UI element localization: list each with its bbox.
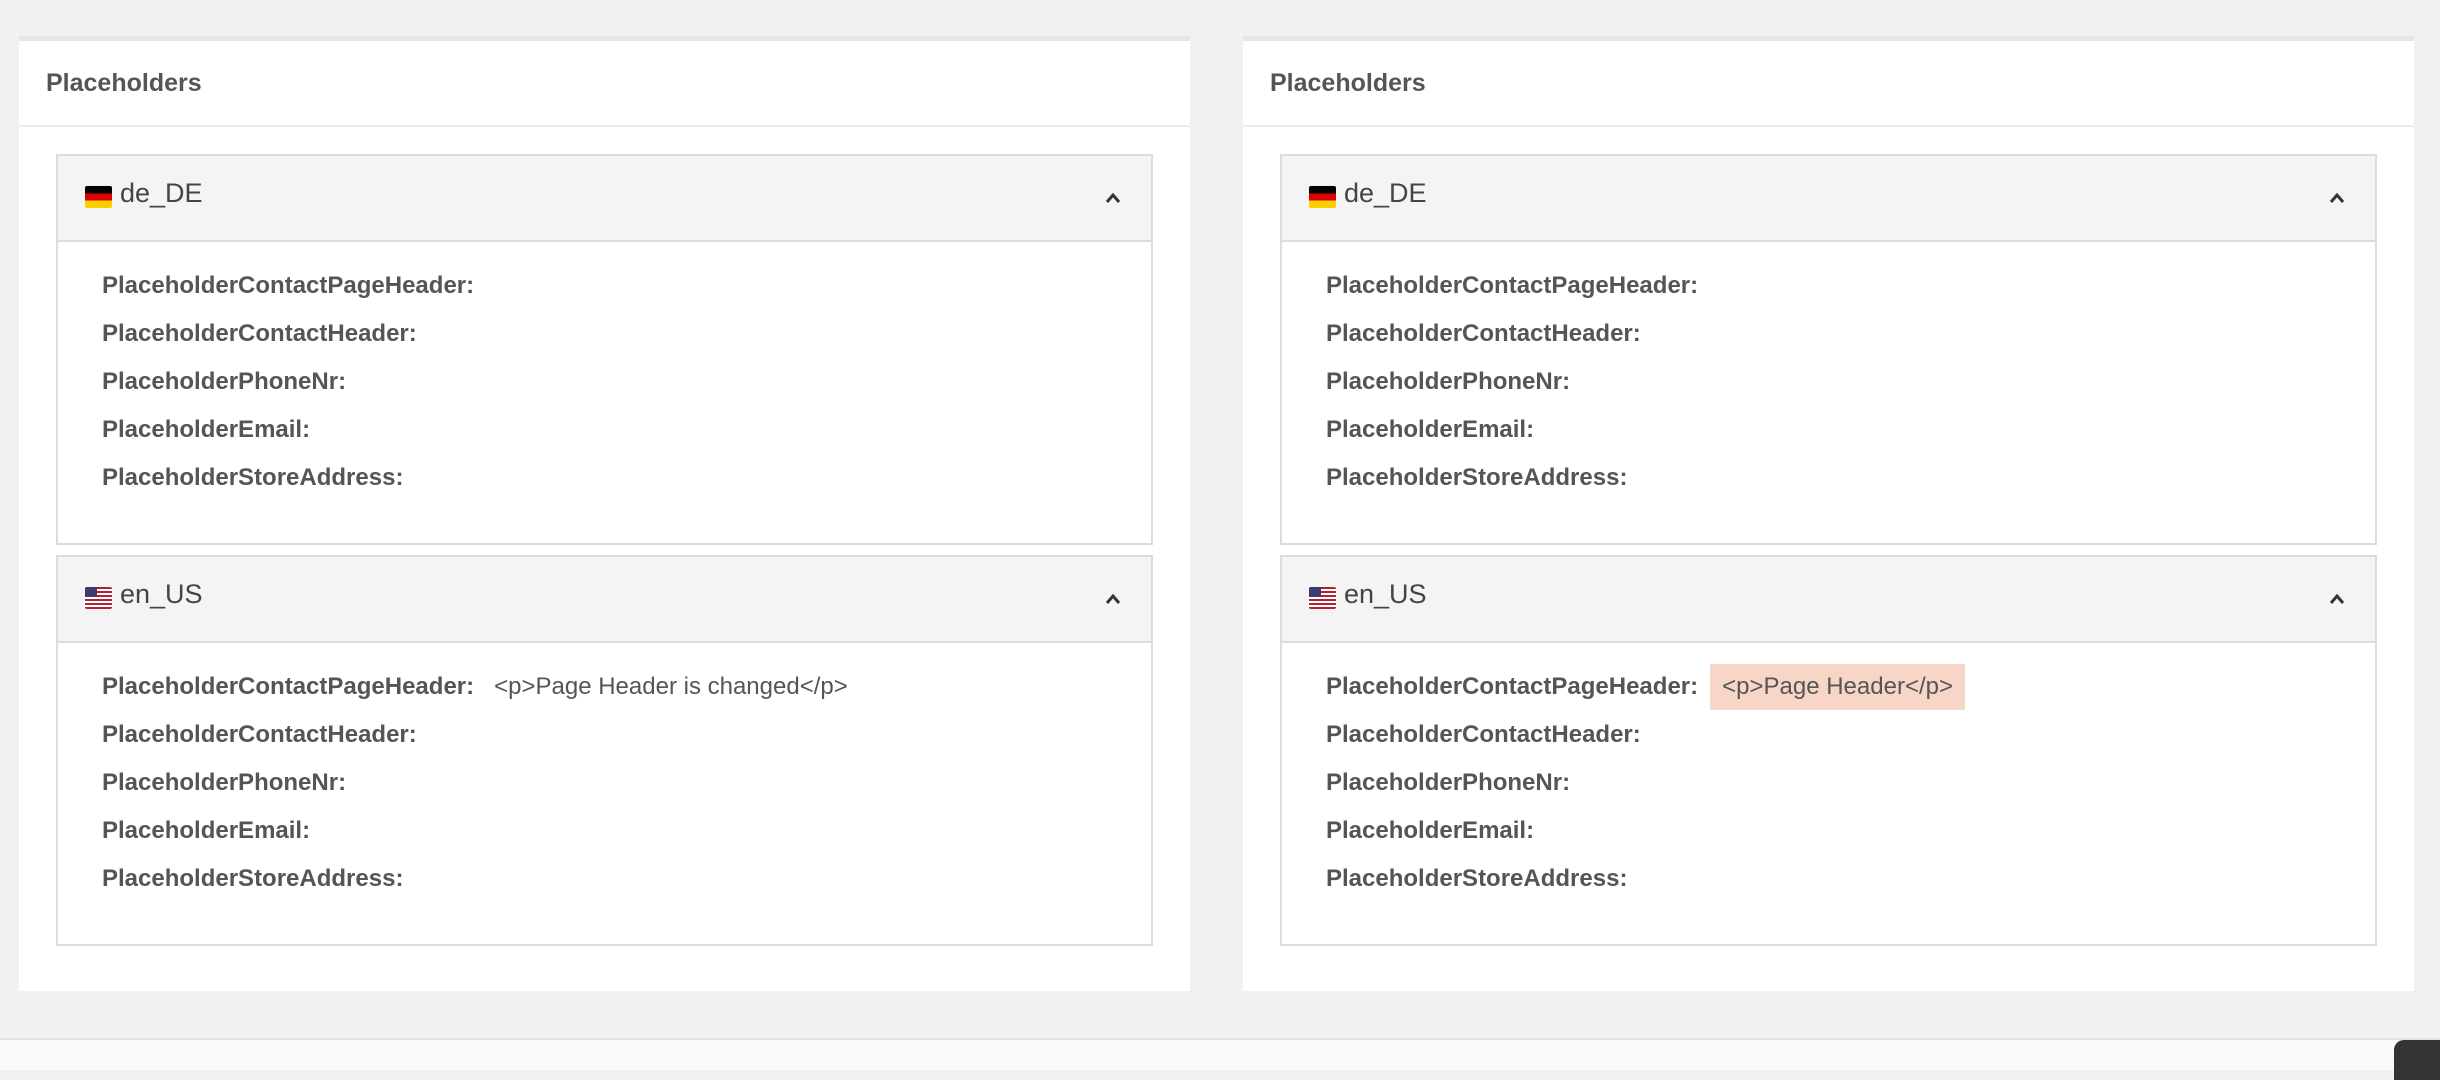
flag-de-icon [85, 186, 112, 208]
placeholder-row: PlaceholderContactPageHeader: <p>Page Hea… [1326, 664, 2375, 721]
footer-bar [0, 1038, 2440, 1070]
placeholder-row: PlaceholderContactHeader: [102, 721, 1151, 769]
placeholders-panel-right: Placeholders de_DE PlaceholderContactPag… [1243, 36, 2414, 991]
placeholder-value: <p>Page Header is changed</p> [494, 673, 848, 700]
placeholder-key: PlaceholderStoreAddress: [102, 865, 404, 892]
placeholder-row: PlaceholderStoreAddress: [1326, 865, 2375, 913]
placeholder-key: PlaceholderPhoneNr: [1326, 769, 1571, 796]
placeholder-list: PlaceholderContactPageHeader: <p>Page Hea… [1282, 643, 2375, 944]
placeholder-key: PlaceholderEmail: [102, 817, 311, 844]
placeholder-row: PlaceholderContactHeader: [1326, 721, 2375, 769]
placeholder-key: PlaceholderStoreAddress: [1326, 865, 1628, 892]
placeholder-list: PlaceholderContactPageHeader: Placeholde… [1282, 242, 2375, 543]
placeholder-row: PlaceholderEmail: [102, 416, 1151, 464]
locale-header-us[interactable]: en_US [58, 557, 1151, 643]
placeholder-row: PlaceholderContactHeader: [1326, 320, 2375, 368]
placeholder-row: PlaceholderStoreAddress: [102, 464, 1151, 512]
placeholder-row: PlaceholderPhoneNr: [102, 769, 1151, 817]
placeholder-key: PlaceholderContactHeader: [1326, 721, 1641, 748]
locale-section-de: de_DE PlaceholderContactPageHeader: Plac… [56, 154, 1153, 545]
chevron-up-icon[interactable] [1105, 190, 1121, 206]
locale-code: en_US [1344, 579, 1427, 609]
placeholder-key: PlaceholderEmail: [1326, 817, 1535, 844]
placeholder-list: PlaceholderContactPageHeader: Placeholde… [58, 242, 1151, 543]
placeholder-value-diff: <p>Page Header</p> [1710, 664, 1965, 710]
placeholder-row: PlaceholderContactPageHeader: [1326, 272, 2375, 320]
placeholder-key: PlaceholderContactHeader: [102, 320, 417, 347]
placeholder-row: PlaceholderContactPageHeader: <p>Page Hea… [102, 673, 1151, 721]
chevron-up-icon[interactable] [2329, 190, 2345, 206]
locale-section-us: en_US PlaceholderContactPageHeader: <p>Pa… [1280, 555, 2377, 946]
chevron-up-icon[interactable] [1105, 591, 1121, 607]
placeholder-key: PlaceholderEmail: [1326, 416, 1535, 443]
placeholder-key: PlaceholderPhoneNr: [102, 769, 347, 796]
placeholder-key: PlaceholderPhoneNr: [102, 368, 347, 395]
locale-section-us: en_US PlaceholderContactPageHeader: <p>Pa… [56, 555, 1153, 946]
placeholder-row: PlaceholderEmail: [1326, 817, 2375, 865]
placeholder-key: PlaceholderContactHeader: [1326, 320, 1641, 347]
flag-us-icon [85, 587, 112, 609]
chevron-up-icon[interactable] [2329, 591, 2345, 607]
locale-header-de[interactable]: de_DE [58, 156, 1151, 242]
locale-code: de_DE [120, 178, 203, 208]
placeholder-row: PlaceholderContactPageHeader: [102, 272, 1151, 320]
placeholder-row: PlaceholderContactHeader: [102, 320, 1151, 368]
flag-de-icon [1309, 186, 1336, 208]
locale-header-de[interactable]: de_DE [1282, 156, 2375, 242]
placeholder-key: PlaceholderStoreAddress: [102, 464, 404, 491]
placeholder-row: PlaceholderPhoneNr: [1326, 769, 2375, 817]
placeholder-key: PlaceholderEmail: [102, 416, 311, 443]
locale-code: de_DE [1344, 178, 1427, 208]
placeholder-row: PlaceholderStoreAddress: [102, 865, 1151, 913]
placeholder-row: PlaceholderStoreAddress: [1326, 464, 2375, 512]
placeholder-key: PlaceholderContactPageHeader: [1326, 673, 1699, 700]
placeholder-key: PlaceholderStoreAddress: [1326, 464, 1628, 491]
corner-widget-button[interactable] [2394, 1040, 2440, 1080]
placeholders-panel-left: Placeholders de_DE PlaceholderContactPag… [19, 36, 1190, 991]
placeholder-row: PlaceholderEmail: [102, 817, 1151, 865]
placeholder-row: PlaceholderPhoneNr: [102, 368, 1151, 416]
panel-title: Placeholders [1243, 41, 2414, 127]
placeholder-list: PlaceholderContactPageHeader: <p>Page Hea… [58, 643, 1151, 944]
placeholder-key: PlaceholderContactHeader: [102, 721, 417, 748]
placeholder-key: PlaceholderPhoneNr: [1326, 368, 1571, 395]
placeholder-key: PlaceholderContactPageHeader: [102, 673, 475, 700]
panel-title: Placeholders [19, 41, 1190, 127]
placeholder-key: PlaceholderContactPageHeader: [102, 272, 475, 299]
locale-header-us[interactable]: en_US [1282, 557, 2375, 643]
locale-code: en_US [120, 579, 203, 609]
placeholder-row: PlaceholderPhoneNr: [1326, 368, 2375, 416]
placeholder-row: PlaceholderEmail: [1326, 416, 2375, 464]
placeholder-key: PlaceholderContactPageHeader: [1326, 272, 1699, 299]
flag-us-icon [1309, 587, 1336, 609]
locale-section-de: de_DE PlaceholderContactPageHeader: Plac… [1280, 154, 2377, 545]
